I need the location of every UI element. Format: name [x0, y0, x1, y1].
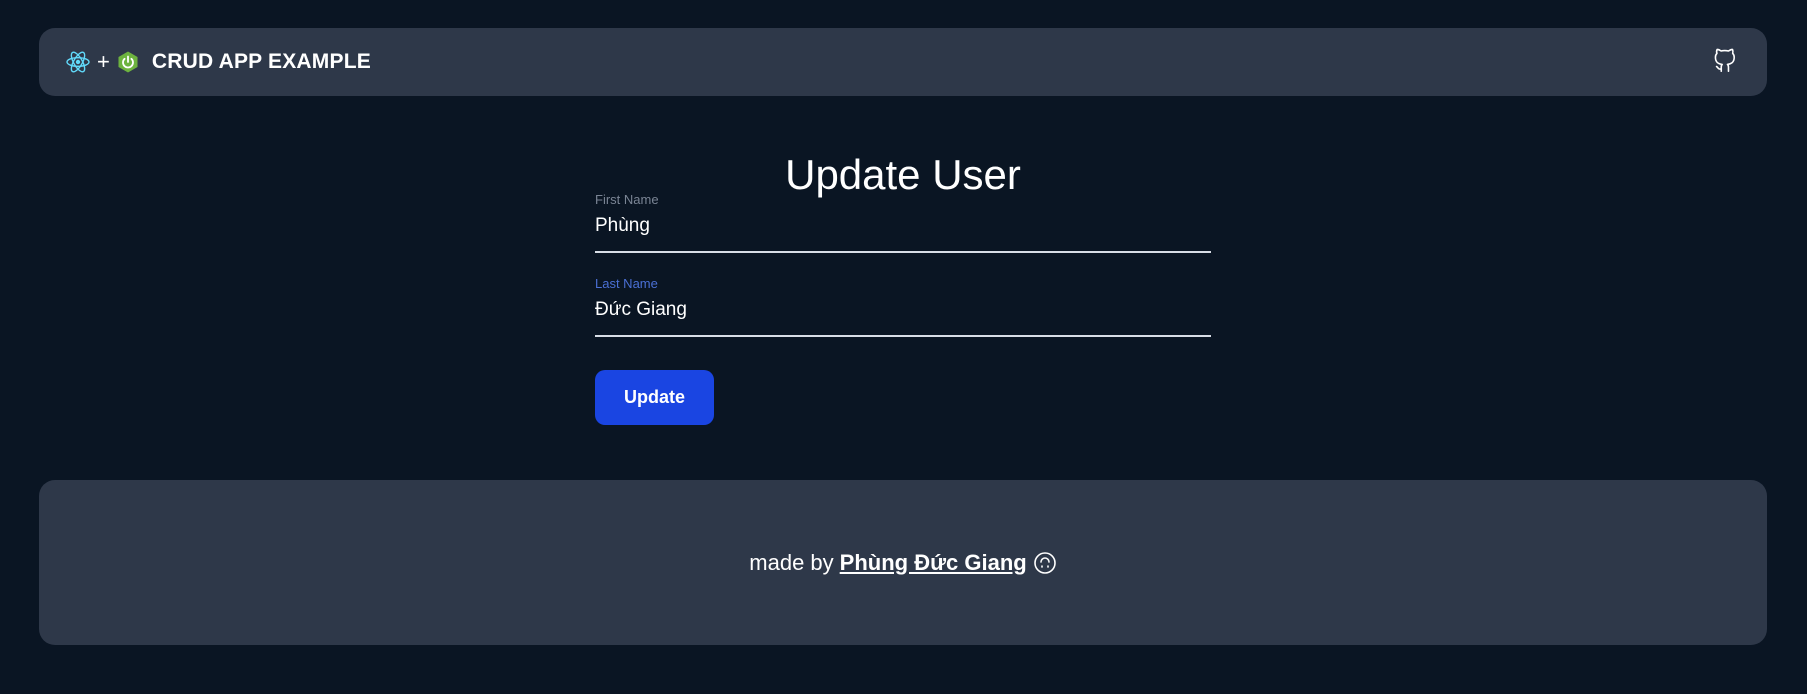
- upside-down-smile-icon: [1033, 551, 1057, 575]
- page-title: Update User: [785, 151, 1021, 198]
- author-link[interactable]: Phùng Đức Giang: [840, 550, 1027, 576]
- last-name-input[interactable]: [595, 299, 1211, 337]
- navbar: + CRUD APP EXAMPLE: [39, 28, 1767, 96]
- github-icon: [1710, 45, 1740, 80]
- first-name-field: First Name: [595, 192, 1211, 253]
- first-name-label: First Name: [595, 192, 659, 207]
- spring-icon: [116, 50, 140, 74]
- footer: made by Phùng Đức Giang: [39, 480, 1767, 645]
- last-name-field: Last Name: [595, 276, 1211, 337]
- brand-plus: +: [97, 49, 110, 74]
- brand-link[interactable]: + CRUD APP EXAMPLE: [65, 49, 371, 75]
- react-icon: [65, 49, 91, 75]
- made-by-text: made by: [749, 549, 834, 575]
- first-name-input[interactable]: [595, 215, 1211, 253]
- last-name-label: Last Name: [595, 276, 658, 291]
- brand-title: CRUD APP EXAMPLE: [151, 50, 371, 73]
- github-link[interactable]: [1709, 46, 1741, 78]
- update-button[interactable]: Update: [595, 370, 714, 425]
